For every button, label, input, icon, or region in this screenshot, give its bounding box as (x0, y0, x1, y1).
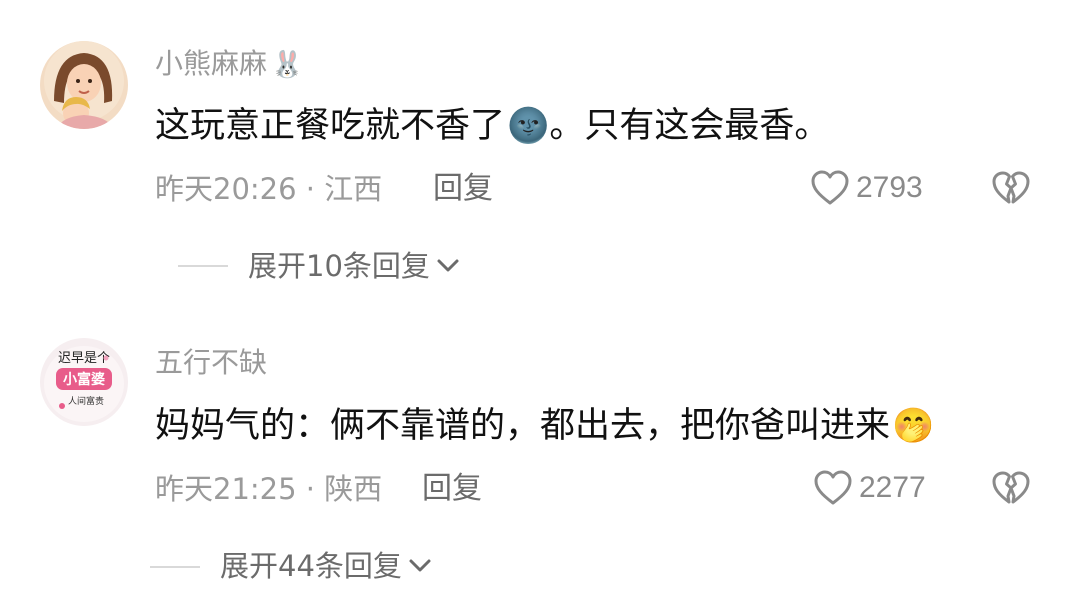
avatar-text: 小富婆 (63, 371, 105, 388)
expand-label: 展开44条回复 (220, 549, 402, 583)
broken-heart-icon (992, 471, 1030, 504)
like-count: 2793 (856, 171, 923, 204)
broken-heart-icon (992, 171, 1030, 204)
hand-over-mouth-emoji-icon: 🤭 (892, 406, 935, 446)
like-count: 2277 (859, 471, 926, 504)
reply-button[interactable]: 回复 (422, 471, 482, 507)
chevron-down-icon (437, 259, 459, 272)
expand-divider (178, 265, 228, 267)
avatar[interactable] (40, 41, 128, 129)
dislike-button[interactable] (991, 470, 1031, 510)
dislike-button[interactable] (991, 170, 1031, 210)
comment-meta: 昨天21:25 · 陕西 (155, 472, 383, 506)
chevron-down-icon (409, 559, 431, 572)
avatar[interactable]: 迟早是个 小富婆 人间富贵 (40, 338, 128, 426)
avatar-image (40, 41, 128, 129)
expand-divider (150, 566, 200, 568)
comment-text-part: 。只有这会最香。 (549, 106, 830, 146)
avatar-text: 迟早是个 (58, 351, 110, 366)
comment-text[interactable]: 妈妈气的：俩不靠谱的，都出去，把你爸叫进来🤭 (155, 404, 934, 448)
comment-text-part: 这玩意正餐吃就不香了 (155, 106, 506, 146)
moon-face-emoji-icon: 🌚 (507, 106, 550, 146)
comment-text-part: 妈妈气的：俩不靠谱的，都出去，把你爸叫进来 (155, 406, 891, 446)
reply-button[interactable]: 回复 (433, 171, 493, 207)
username[interactable]: 小熊麻麻 🐰 (155, 46, 303, 83)
expand-replies-button[interactable]: 展开44条回复 (220, 548, 432, 584)
expand-label: 展开10条回复 (248, 249, 430, 283)
expand-replies-button[interactable]: 展开10条回复 (248, 248, 460, 284)
heart-icon (811, 170, 849, 205)
comment-meta: 昨天20:26 · 江西 (155, 172, 383, 206)
like-button[interactable]: 2277 (813, 469, 926, 507)
comment-list: 小熊麻麻 🐰 这玩意正餐吃就不香了🌚。只有这会最香。 昨天20:26 · 江西 回… (0, 0, 1080, 609)
rabbit-emoji-icon: 🐰 (271, 50, 304, 80)
username[interactable]: 五行不缺 (155, 345, 267, 381)
like-button[interactable]: 2793 (810, 169, 923, 207)
heart-icon (814, 470, 852, 505)
comment-text[interactable]: 这玩意正餐吃就不香了🌚。只有这会最香。 (155, 104, 829, 148)
avatar-text: 人间富贵 (68, 395, 104, 407)
avatar-image: 迟早是个 小富婆 人间富贵 (40, 338, 128, 426)
username-text: 小熊麻麻 (155, 47, 268, 80)
